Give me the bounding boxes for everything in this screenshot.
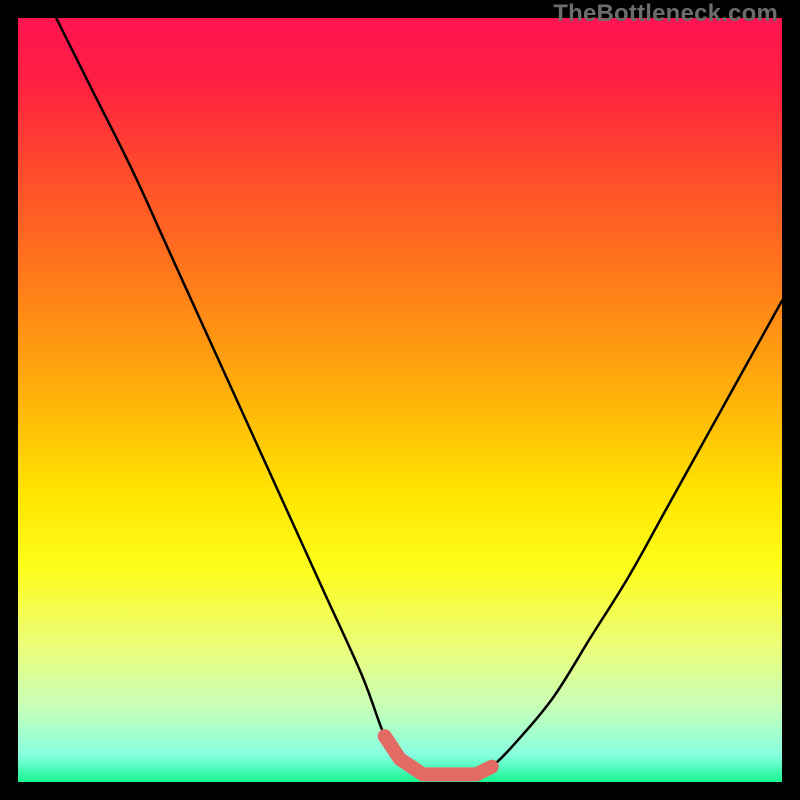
watermark-text: TheBottleneck.com (553, 0, 778, 28)
bottleneck-chart (18, 18, 782, 782)
chart-frame (18, 18, 782, 782)
gradient-background (18, 18, 782, 782)
